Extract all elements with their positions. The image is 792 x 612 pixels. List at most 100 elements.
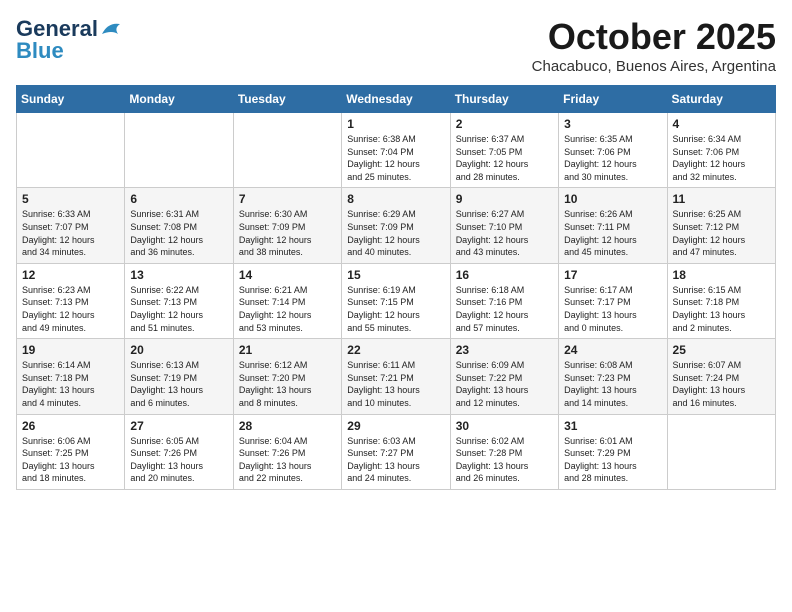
day-number: 5 [22, 192, 119, 206]
day-content: Sunrise: 6:27 AMSunset: 7:10 PMDaylight:… [456, 208, 553, 258]
calendar-cell: 6Sunrise: 6:31 AMSunset: 7:08 PMDaylight… [125, 188, 233, 263]
calendar-table: SundayMondayTuesdayWednesdayThursdayFrid… [16, 85, 776, 490]
daylight-text: Daylight: 12 hours [130, 235, 203, 245]
day-content: Sunrise: 6:25 AMSunset: 7:12 PMDaylight:… [673, 208, 770, 258]
calendar-cell: 18Sunrise: 6:15 AMSunset: 7:18 PMDayligh… [667, 263, 775, 338]
calendar-cell: 8Sunrise: 6:29 AMSunset: 7:09 PMDaylight… [342, 188, 450, 263]
calendar-cell: 24Sunrise: 6:08 AMSunset: 7:23 PMDayligh… [559, 339, 667, 414]
daylight-text: Daylight: 12 hours [239, 310, 312, 320]
sunrise-text: Sunrise: 6:21 AM [239, 285, 308, 295]
sunset-text: Sunset: 7:06 PM [673, 147, 740, 157]
day-content: Sunrise: 6:33 AMSunset: 7:07 PMDaylight:… [22, 208, 119, 258]
day-content: Sunrise: 6:29 AMSunset: 7:09 PMDaylight:… [347, 208, 444, 258]
day-content: Sunrise: 6:11 AMSunset: 7:21 PMDaylight:… [347, 359, 444, 409]
sunrise-text: Sunrise: 6:34 AM [673, 134, 742, 144]
calendar-cell: 16 Sunrise: 6:18 AMSunset: 7:16 PMDayligh… [450, 263, 558, 338]
day-number: 15 [347, 268, 444, 282]
day-content: Sunrise: 6:17 AMSunset: 7:17 PMDaylight:… [564, 284, 661, 334]
day-content: Sunrise: 6:14 AMSunset: 7:18 PMDaylight:… [22, 359, 119, 409]
calendar-cell [233, 113, 341, 188]
sunset-text: Sunset: 7:10 PM [456, 222, 523, 232]
sunset-text: Sunset: 7:20 PM [239, 373, 306, 383]
daylight-text: Daylight: 13 hours [673, 310, 746, 320]
day-number: 20 [130, 343, 227, 357]
sunset-text: Sunset: 7:05 PM [456, 147, 523, 157]
calendar-header-wednesday: Wednesday [342, 86, 450, 113]
logo-bird-icon [100, 20, 122, 38]
calendar-cell: 14Sunrise: 6:21 AMSunset: 7:14 PMDayligh… [233, 263, 341, 338]
sunset-text: Sunset: 7:04 PM [347, 147, 414, 157]
day-number: 3 [564, 117, 661, 131]
day-number: 23 [456, 343, 553, 357]
calendar-week-5: 26Sunrise: 6:06 AMSunset: 7:25 PMDayligh… [17, 414, 776, 489]
sunset-text: Sunset: 7:15 PM [347, 297, 414, 307]
day-content: Sunrise: 6:07 AMSunset: 7:24 PMDaylight:… [673, 359, 770, 409]
calendar-cell: 29Sunrise: 6:03 AMSunset: 7:27 PMDayligh… [342, 414, 450, 489]
day-content: Sunrise: 6:05 AMSunset: 7:26 PMDaylight:… [130, 435, 227, 485]
sunrise-text: Sunrise: 6:18 AM [456, 285, 525, 295]
sunset-text: Sunset: 7:13 PM [130, 297, 197, 307]
calendar-header-sunday: Sunday [17, 86, 125, 113]
calendar-header-tuesday: Tuesday [233, 86, 341, 113]
daylight-text: Daylight: 12 hours [22, 235, 95, 245]
calendar-cell: 15 Sunrise: 6:19 AMSunset: 7:15 PMDayligh… [342, 263, 450, 338]
sunrise-text: Sunrise: 6:13 AM [130, 360, 199, 370]
day-content: Sunrise: 6:22 AMSunset: 7:13 PMDaylight:… [130, 284, 227, 334]
calendar-header-thursday: Thursday [450, 86, 558, 113]
sunset-text: Sunset: 7:09 PM [239, 222, 306, 232]
sunset-text: Sunset: 7:24 PM [673, 373, 740, 383]
day-content: Sunrise: 6:18 AMSunset: 7:16 PMDaylight:… [456, 284, 553, 334]
daylight-text: and 47 minutes. [673, 247, 737, 257]
day-content: Sunrise: 6:26 AMSunset: 7:11 PMDaylight:… [564, 208, 661, 258]
sunset-text: Sunset: 7:17 PM [564, 297, 631, 307]
calendar-cell [667, 414, 775, 489]
daylight-text: and 0 minutes. [564, 323, 623, 333]
calendar-cell: 25Sunrise: 6:07 AMSunset: 7:24 PMDayligh… [667, 339, 775, 414]
daylight-text: and 22 minutes. [239, 473, 303, 483]
calendar-cell: 20Sunrise: 6:13 AMSunset: 7:19 PMDayligh… [125, 339, 233, 414]
calendar-header-row: SundayMondayTuesdayWednesdayThursdayFrid… [17, 86, 776, 113]
day-number: 12 [22, 268, 119, 282]
sunrise-text: Sunrise: 6:25 AM [673, 209, 742, 219]
daylight-text: and 24 minutes. [347, 473, 411, 483]
sunset-text: Sunset: 7:06 PM [564, 147, 631, 157]
day-number: 1 [347, 117, 444, 131]
daylight-text: Daylight: 12 hours [673, 235, 746, 245]
day-number: 19 [22, 343, 119, 357]
sunrise-text: Sunrise: 6:03 AM [347, 436, 416, 446]
sunset-text: Sunset: 7:11 PM [564, 222, 630, 232]
calendar-cell: 12Sunrise: 6:23 AMSunset: 7:13 PMDayligh… [17, 263, 125, 338]
daylight-text: and 30 minutes. [564, 172, 628, 182]
daylight-text: and 32 minutes. [673, 172, 737, 182]
day-content: Sunrise: 6:21 AMSunset: 7:14 PMDaylight:… [239, 284, 336, 334]
daylight-text: Daylight: 13 hours [456, 385, 529, 395]
sunrise-text: Sunrise: 6:17 AM [564, 285, 633, 295]
daylight-text: and 40 minutes. [347, 247, 411, 257]
sunset-text: Sunset: 7:21 PM [347, 373, 414, 383]
sunrise-text: Sunrise: 6:06 AM [22, 436, 91, 446]
sunrise-text: Sunrise: 6:09 AM [456, 360, 525, 370]
day-number: 27 [130, 419, 227, 433]
sunrise-text: Sunrise: 6:22 AM [130, 285, 199, 295]
calendar-cell: 23Sunrise: 6:09 AMSunset: 7:22 PMDayligh… [450, 339, 558, 414]
daylight-text: Daylight: 13 hours [564, 385, 637, 395]
daylight-text: and 38 minutes. [239, 247, 303, 257]
daylight-text: and 57 minutes. [456, 323, 520, 333]
sunrise-text: Sunrise: 6:14 AM [22, 360, 91, 370]
day-number: 16 [456, 268, 553, 282]
sunrise-text: Sunrise: 6:33 AM [22, 209, 91, 219]
sunrise-text: Sunrise: 6:38 AM [347, 134, 416, 144]
sunrise-text: Sunrise: 6:08 AM [564, 360, 633, 370]
day-content: Sunrise: 6:37 AMSunset: 7:05 PMDaylight:… [456, 133, 553, 183]
logo: General Blue [16, 16, 122, 64]
sunrise-text: Sunrise: 6:02 AM [456, 436, 525, 446]
calendar-cell: 10Sunrise: 6:26 AMSunset: 7:11 PMDayligh… [559, 188, 667, 263]
sunrise-text: Sunrise: 6:04 AM [239, 436, 308, 446]
sunrise-text: Sunrise: 6:15 AM [673, 285, 742, 295]
day-content: Sunrise: 6:19 AMSunset: 7:15 PMDaylight:… [347, 284, 444, 334]
calendar-cell: 28Sunrise: 6:04 AMSunset: 7:26 PMDayligh… [233, 414, 341, 489]
sunrise-text: Sunrise: 6:01 AM [564, 436, 633, 446]
daylight-text: and 16 minutes. [673, 398, 737, 408]
daylight-text: Daylight: 13 hours [22, 461, 95, 471]
daylight-text: and 8 minutes. [239, 398, 298, 408]
